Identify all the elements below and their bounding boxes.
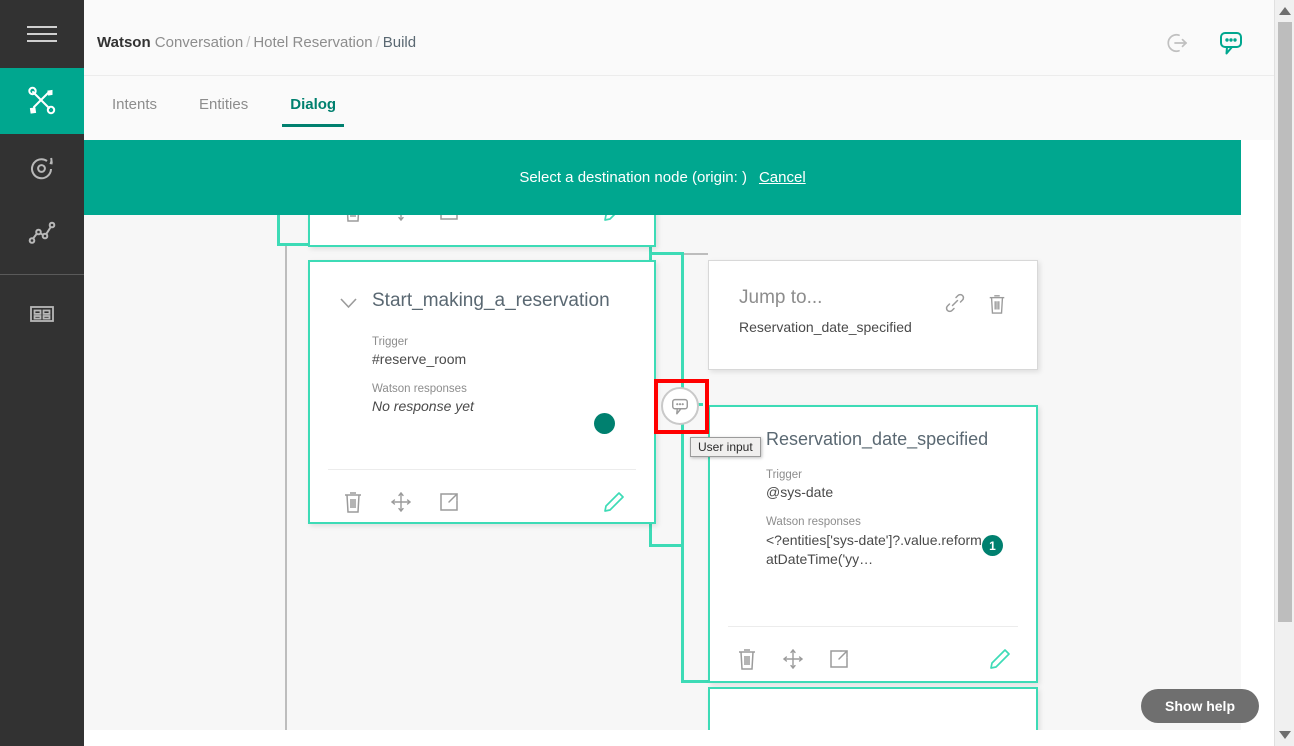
delete-icon[interactable]: [342, 215, 364, 223]
breadcrumb-workspace[interactable]: Hotel Reservation: [253, 34, 372, 51]
sidebar-item-build[interactable]: [0, 68, 84, 134]
collapse-chevron-icon[interactable]: [340, 298, 357, 309]
connector-line: [682, 253, 708, 255]
connector-line: [277, 215, 280, 246]
jump-to-icon[interactable]: [438, 215, 460, 222]
tab-intents[interactable]: Intents: [104, 92, 165, 127]
connector-line: [681, 253, 684, 683]
user-input-tooltip: User input: [690, 437, 761, 457]
node-body: Trigger #reserve_room Watson responses N…: [372, 336, 634, 430]
sidebar-item-apps[interactable]: [0, 281, 84, 347]
edit-icon[interactable]: [602, 215, 626, 223]
node-divider: [728, 626, 1018, 627]
top-bar: Watson Conversation / Hotel Reservation / Bu…: [84, 0, 1294, 76]
move-icon[interactable]: [390, 215, 412, 222]
breadcrumb-brand: Watson: [97, 34, 151, 51]
show-help-button[interactable]: Show help: [1141, 689, 1259, 723]
node-responses-row: Watson responses No response yet: [372, 383, 634, 416]
edit-icon[interactable]: [988, 647, 1012, 671]
tab-dialog-label: Dialog: [290, 96, 337, 113]
move-icon[interactable]: [390, 491, 412, 513]
apps-grid-icon: [30, 306, 54, 322]
top-bar-actions: [1164, 28, 1246, 58]
breadcrumb-sep-1: /: [246, 34, 251, 51]
tools-icon: [28, 86, 56, 115]
connector-line: [277, 243, 310, 246]
connector-line: [649, 544, 684, 547]
logout-icon[interactable]: [1164, 30, 1190, 56]
banner-cancel-link[interactable]: Cancel: [759, 169, 806, 186]
line-chart-icon: [28, 221, 56, 244]
edit-icon[interactable]: [602, 490, 626, 514]
jump-to-icon[interactable]: [828, 648, 850, 670]
trigger-label: Trigger: [766, 469, 802, 481]
breadcrumb: Watson Conversation / Hotel Reservation / Bu…: [97, 34, 416, 51]
node-trigger-row: Trigger @sys-date: [766, 469, 1020, 502]
tab-entities-label: Entities: [199, 96, 249, 113]
breadcrumb-product: Conversation: [154, 34, 244, 51]
jump-to-icon[interactable]: [438, 491, 460, 513]
jump-to-actions: [945, 293, 1007, 315]
try-it-out-icon[interactable]: [1216, 28, 1246, 58]
trigger-value: @sys-date: [766, 484, 834, 500]
responses-label: Watson responses: [766, 516, 861, 528]
connector-line: [649, 252, 684, 255]
scrollbar-thumb[interactable]: [1278, 22, 1292, 622]
delete-icon[interactable]: [342, 490, 364, 514]
tab-entities[interactable]: Entities: [191, 92, 256, 127]
deploy-icon: [31, 157, 53, 180]
dialog-canvas[interactable]: Start_making_a_reservation Trigger #rese…: [84, 215, 1241, 730]
tabs: Intents Entities Dialog: [104, 92, 344, 127]
tab-dialog[interactable]: Dialog: [282, 92, 344, 127]
scroll-up-arrow-icon[interactable]: [1275, 2, 1294, 20]
jump-to-title: Jump to...: [739, 287, 823, 308]
node-title: Start_making_a_reservation: [372, 290, 610, 311]
node-partial-top[interactable]: [308, 215, 656, 247]
trigger-value: #reserve_room: [372, 351, 467, 367]
node-partial-bottom[interactable]: [708, 687, 1038, 730]
move-icon[interactable]: [782, 648, 804, 670]
trigger-label: Trigger: [372, 336, 408, 348]
response-indicator-dot: [594, 413, 615, 434]
delete-icon[interactable]: [736, 647, 758, 671]
link-icon[interactable]: [945, 293, 965, 313]
node-jump-to[interactable]: Jump to... Reservation_date_specified: [708, 260, 1038, 370]
sidebar-item-deploy[interactable]: [0, 134, 84, 200]
sidebar-item-improve[interactable]: [0, 200, 84, 266]
connector-line: [681, 680, 709, 683]
menu-icon-button[interactable]: [0, 0, 84, 68]
node-start-making-a-reservation[interactable]: Start_making_a_reservation Trigger #rese…: [308, 260, 656, 524]
page-scrollbar[interactable]: [1274, 0, 1294, 746]
breadcrumb-sep-2: /: [375, 34, 380, 51]
responses-value: No response yet: [372, 398, 474, 414]
node-trigger-row: Trigger #reserve_room: [372, 336, 634, 369]
connector-line: [285, 246, 287, 730]
red-highlight-box: [654, 379, 709, 434]
tab-bar: Intents Entities Dialog: [84, 76, 1294, 140]
scroll-down-arrow-icon[interactable]: [1275, 726, 1294, 744]
select-destination-banner: Select a destination node (origin: ) Can…: [84, 140, 1241, 215]
rail-divider: [0, 274, 84, 275]
node-divider: [328, 469, 636, 470]
response-count-badge: 1: [982, 535, 1003, 556]
left-nav-rail: [0, 0, 84, 746]
node-body: Trigger @sys-date Watson responses <?ent…: [766, 469, 1020, 583]
breadcrumb-section: Build: [382, 34, 417, 51]
watson-conversation-app: Watson Conversation / Hotel Reservation / Bu…: [0, 0, 1294, 746]
node-title: Reservation_date_specified: [766, 429, 989, 449]
jump-to-target: Reservation_date_specified: [739, 319, 912, 335]
responses-value: <?entities['sys-date']?.value.reformatDa…: [766, 532, 982, 567]
responses-label: Watson responses: [372, 383, 467, 395]
delete-icon[interactable]: [987, 293, 1007, 315]
hamburger-icon: [27, 21, 57, 47]
banner-message: Select a destination node (origin: ): [519, 169, 747, 186]
tab-intents-label: Intents: [112, 96, 158, 113]
